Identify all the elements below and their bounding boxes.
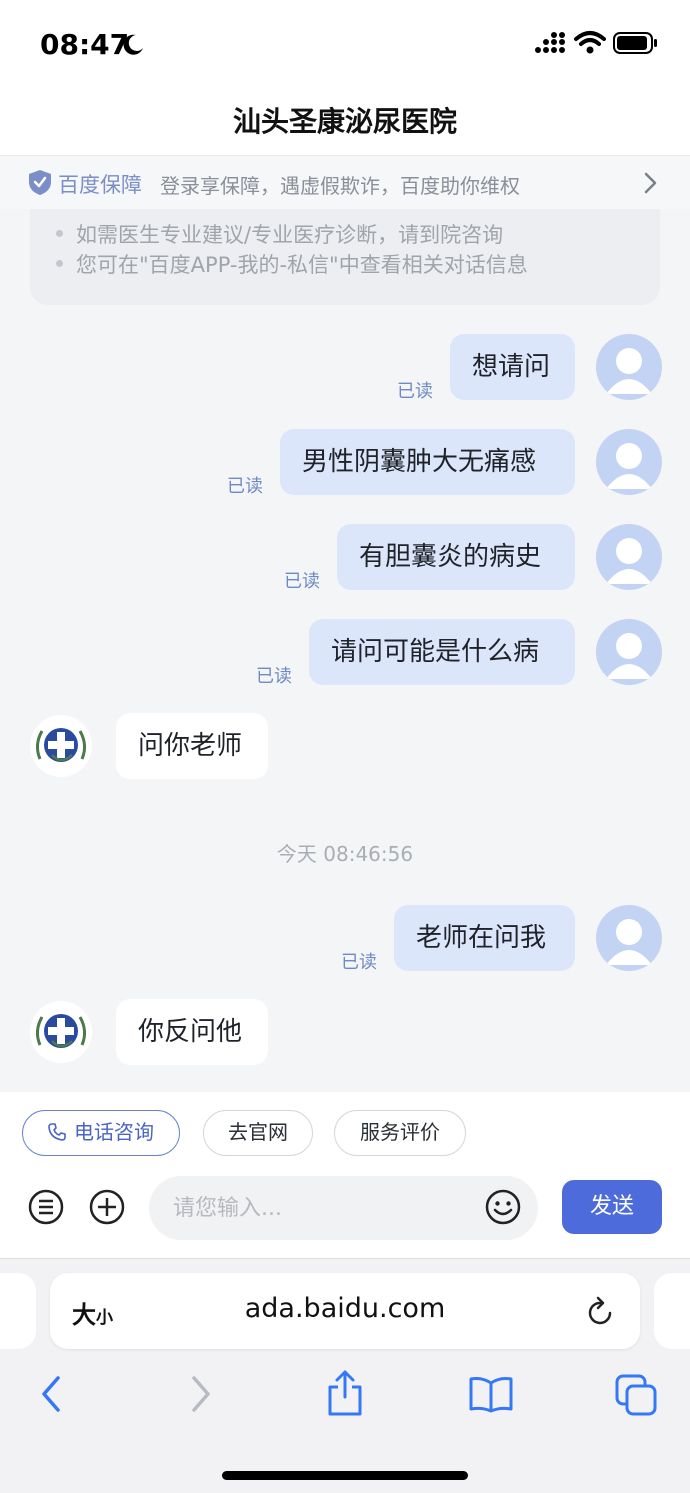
user-avatar xyxy=(596,429,662,495)
guarantee-brand: 百度保障 xyxy=(58,173,142,197)
notice-box: 如需医生专业建议/专业医疗诊断，请到院咨询 您可在"百度APP-我的-私信"中查… xyxy=(30,209,660,305)
official-site-button[interactable]: 去官网 xyxy=(203,1110,313,1156)
user-avatar xyxy=(596,905,662,971)
guarantee-banner[interactable]: 百度保障 登录享保障，遇虚假欺诈，百度助你维权 xyxy=(0,157,690,209)
moon-icon xyxy=(123,34,143,55)
message-bubble-incoming[interactable]: 问你老师 xyxy=(116,713,268,779)
person-icon xyxy=(606,919,652,965)
notice-item: 您可在"百度APP-我的-私信"中查看相关对话信息 xyxy=(56,249,528,279)
page-title: 汕头圣康泌尿医院 xyxy=(232,105,457,138)
notice-item: 如需医生专业建议/专业医疗诊断，请到院咨询 xyxy=(55,219,503,249)
message-bubble-outgoing[interactable]: 老师在问我 xyxy=(394,905,575,971)
message-bubble-outgoing[interactable]: 想请问 xyxy=(450,334,575,400)
message-bubble-incoming[interactable]: 你反问他 xyxy=(116,999,268,1065)
battery-icon xyxy=(613,32,657,54)
chevron-right-icon xyxy=(644,172,657,194)
browser-toolbar: 大小 ada.baidu.com xyxy=(0,1258,690,1493)
service-rating-button[interactable]: 服务评价 xyxy=(334,1110,466,1156)
reload-icon[interactable] xyxy=(586,1295,616,1327)
next-tab-preview[interactable] xyxy=(654,1273,690,1349)
tabs-icon[interactable] xyxy=(614,1373,658,1417)
chat-timestamp: 今天 08:46:56 xyxy=(276,842,414,866)
read-mark: 已读 xyxy=(227,476,263,497)
chat-header: 汕头圣康泌尿医院 xyxy=(0,90,690,156)
person-icon xyxy=(606,443,652,489)
message-bubble-outgoing[interactable]: 男性阴囊肿大无痛感 xyxy=(280,429,575,495)
emoji-icon[interactable] xyxy=(485,1189,521,1225)
read-mark: 已读 xyxy=(397,381,433,402)
shield-icon xyxy=(29,170,51,195)
message-input[interactable] xyxy=(149,1176,538,1240)
plus-icon[interactable] xyxy=(89,1189,125,1225)
bookmarks-icon[interactable] xyxy=(468,1375,514,1413)
hospital-avatar xyxy=(30,1001,92,1063)
signal-icon xyxy=(535,32,565,53)
composer-area: 电话咨询 去官网 服务评价 发送 xyxy=(0,1092,690,1258)
read-mark: 已读 xyxy=(341,952,377,973)
previous-tab-preview[interactable] xyxy=(0,1273,36,1349)
user-avatar xyxy=(596,334,662,400)
back-icon[interactable] xyxy=(36,1374,66,1414)
person-icon xyxy=(606,538,652,584)
hospital-logo-icon xyxy=(35,1014,87,1048)
status-time: 08:47 xyxy=(40,28,130,61)
phone-icon xyxy=(48,1123,66,1141)
forward-icon[interactable] xyxy=(186,1374,216,1414)
phone-consult-label: 电话咨询 xyxy=(74,1120,154,1144)
phone-consult-button[interactable]: 电话咨询 xyxy=(22,1110,180,1156)
address-bar[interactable]: 大小 ada.baidu.com xyxy=(50,1273,640,1349)
hospital-avatar xyxy=(30,715,92,777)
status-bar: 08:47 xyxy=(0,0,690,90)
message-bubble-outgoing[interactable]: 请问可能是什么病 xyxy=(309,619,575,685)
share-icon[interactable] xyxy=(326,1369,364,1417)
person-icon xyxy=(606,633,652,679)
user-avatar xyxy=(596,524,662,590)
hospital-logo-icon xyxy=(35,728,87,762)
read-mark: 已读 xyxy=(256,666,292,687)
read-mark: 已读 xyxy=(284,571,320,592)
wifi-icon xyxy=(574,31,606,54)
user-avatar xyxy=(596,619,662,685)
url-text: ada.baidu.com xyxy=(244,1293,446,1324)
home-indicator xyxy=(222,1471,468,1480)
menu-icon[interactable] xyxy=(28,1189,64,1225)
send-button[interactable]: 发送 xyxy=(562,1180,662,1234)
message-bubble-outgoing[interactable]: 有胆囊炎的病史 xyxy=(337,524,575,590)
guarantee-text: 登录享保障，遇虚假欺诈，百度助你维权 xyxy=(160,174,520,198)
person-icon xyxy=(606,348,652,394)
